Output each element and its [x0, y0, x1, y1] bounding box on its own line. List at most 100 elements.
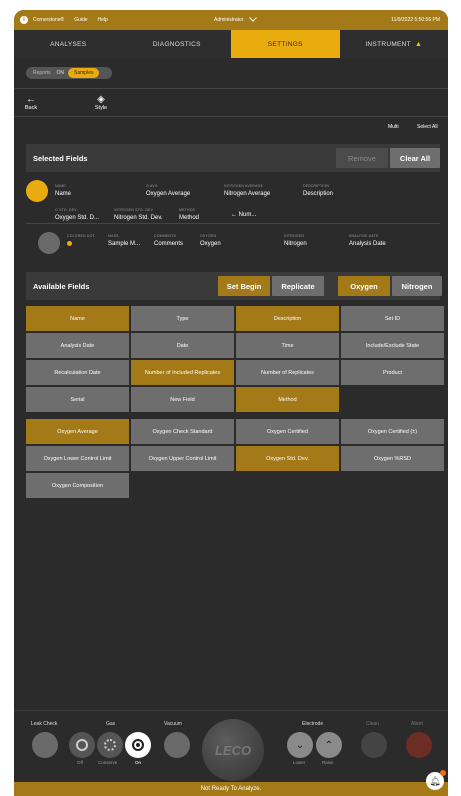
field-tile[interactable]: Time [236, 333, 339, 358]
field-tile[interactable]: Recalculation Date [26, 360, 129, 385]
style-button[interactable]: ◈ Style [90, 94, 112, 111]
toggle-reports-label: Reports [33, 70, 51, 76]
back-button[interactable]: ← Back [20, 94, 42, 111]
gas-conserve-button[interactable] [97, 732, 123, 758]
selected-fields-title: Selected Fields [33, 153, 88, 163]
electrode-label: Electrode [302, 721, 324, 727]
vacuum-label: Vacuum [164, 721, 182, 727]
field-tile[interactable]: Type [131, 306, 234, 331]
divider [14, 88, 448, 89]
selected-fields-row-2[interactable]: COLORED DOT MASS Sample M... COMMENTS Comm… [26, 228, 440, 260]
selected-field[interactable]: NAME Name [55, 184, 71, 197]
notifications-button[interactable]: 🔔︎ [426, 770, 446, 790]
field-tile[interactable]: Product [341, 360, 444, 385]
field-tile[interactable]: Oxygen Std. Dev. [236, 446, 339, 471]
arrow-left-icon: ← [26, 94, 36, 105]
guide-link[interactable]: Guide [74, 17, 87, 23]
abort-label: Abort [411, 721, 423, 727]
title-menu: Cornerstone® Guide Help [33, 17, 108, 23]
field-tile[interactable]: Oxygen Certified (±) [341, 419, 444, 444]
selected-field[interactable]: O AVG Oxygen Average [146, 184, 190, 197]
bell-icon: 🔔︎ [429, 775, 441, 786]
leak-check-button[interactable] [32, 732, 58, 758]
multi-select-button[interactable]: Multi [388, 124, 399, 130]
field-tile[interactable]: Name [26, 306, 129, 331]
field-tile[interactable]: Description [236, 306, 339, 331]
leak-check-label: Leak Check [31, 721, 58, 727]
selected-field-colored-dot[interactable]: COLORED DOT [67, 234, 95, 246]
field-tile[interactable]: Include/Exclude State [341, 333, 444, 358]
gas-off-button[interactable] [69, 732, 95, 758]
chevron-down-icon [249, 16, 258, 24]
electrode-lower-label: Lower [293, 760, 306, 765]
selected-field[interactable]: COMMENTS Comments [154, 234, 183, 247]
field-tile[interactable]: Method [236, 387, 339, 412]
selected-field[interactable]: NITROGEN Nitrogen [284, 234, 307, 247]
field-tile[interactable]: Serial [26, 387, 129, 412]
selected-field[interactable]: MASS Sample M... [108, 234, 140, 247]
droplet-icon: ◈ [97, 94, 105, 105]
user-menu[interactable]: Administrator [214, 16, 258, 24]
leco-logo-button[interactable]: LECO [202, 719, 264, 781]
oxygen-filter-button[interactable]: Oxygen [338, 276, 390, 296]
clean-label: Clean [366, 721, 380, 727]
set-begin-button[interactable]: Set Begin [218, 276, 270, 296]
tab-instrument[interactable]: INSTRUMENT ▲ [340, 30, 449, 58]
status-bar: Not Ready To Analyze. [14, 782, 448, 796]
field-tile[interactable]: Oxygen Lower Control Limit [26, 446, 129, 471]
select-all-button[interactable]: Select All [417, 124, 438, 130]
vacuum-button[interactable] [164, 732, 190, 758]
field-tile[interactable]: Number of Included Replicates [131, 360, 234, 385]
selected-field[interactable]: NITROGEN AVERAGE Nitrogen Average [224, 184, 270, 197]
gas-off-label: Off [77, 760, 83, 765]
selected-field[interactable]: METHOD Method [179, 208, 199, 221]
oxygen-fields-grid: Oxygen Average Oxygen Check Standard Oxyge… [26, 419, 444, 498]
electrode-raise-label: Raise [322, 760, 334, 765]
abort-button[interactable] [406, 732, 432, 758]
remove-button[interactable]: Remove [336, 148, 388, 168]
device-frame: i Cornerstone® Guide Help Administrator … [14, 10, 448, 796]
gas-on-label: On [135, 760, 142, 765]
nitrogen-filter-button[interactable]: Nitrogen [392, 276, 442, 296]
field-tile[interactable]: Number of Replicates [236, 360, 339, 385]
clear-all-button[interactable]: Clear All [390, 148, 440, 168]
electrode-lower-button[interactable]: ⌄ [287, 732, 313, 758]
divider [26, 223, 440, 224]
app-name: Cornerstone® [33, 17, 65, 23]
row-color-dot[interactable] [26, 180, 48, 202]
field-tile[interactable]: Oxygen Certified [236, 419, 339, 444]
tab-settings[interactable]: SETTINGS [231, 30, 340, 58]
field-tile[interactable]: Oxygen Check Standard [131, 419, 234, 444]
field-tile[interactable]: Oxygen Upper Control Limit [131, 446, 234, 471]
field-tile[interactable]: Oxygen Composition [26, 473, 129, 498]
row-color-dot[interactable] [38, 232, 60, 254]
selected-field-drag-placeholder[interactable]: ← Num... [231, 209, 256, 218]
info-icon[interactable]: i [20, 16, 28, 24]
field-tile[interactable]: Analysis Date [26, 333, 129, 358]
main-nav: ANALYSES DIAGNOSTICS SETTINGS INSTRUMENT… [14, 30, 448, 58]
warning-icon: ▲ [414, 40, 423, 48]
gas-on-button[interactable] [125, 732, 151, 758]
field-tile[interactable]: Date [131, 333, 234, 358]
selected-field[interactable]: DESCRIPTION Description [303, 184, 333, 197]
tab-analyses[interactable]: ANALYSES [14, 30, 123, 58]
selected-field[interactable]: NITROGEN STD. DEV. Nitrogen Std. Dev. [114, 208, 163, 221]
selected-field[interactable]: O STD. DEV. Oxygen Std. D... [55, 208, 99, 221]
available-fields-title: Available Fields [33, 281, 90, 291]
title-bar: i Cornerstone® Guide Help Administrator … [14, 10, 448, 30]
selected-field[interactable]: ANALYSIS DATE Analysis Date [349, 234, 386, 247]
reports-samples-toggle[interactable]: Reports ON Samples [26, 67, 112, 79]
user-name: Administrator [214, 17, 244, 23]
replicate-button[interactable]: Replicate [272, 276, 324, 296]
field-tile[interactable]: Set ID [341, 306, 444, 331]
help-link[interactable]: Help [98, 17, 108, 23]
chevron-up-icon: ⌃ [324, 739, 334, 751]
colored-dot-icon [67, 241, 72, 246]
electrode-raise-button[interactable]: ⌃ [316, 732, 342, 758]
field-tile[interactable]: New Field [131, 387, 234, 412]
field-tile[interactable]: Oxygen %RSD [341, 446, 444, 471]
field-tile[interactable]: Oxygen Average [26, 419, 129, 444]
clean-button[interactable] [361, 732, 387, 758]
tab-diagnostics[interactable]: DIAGNOSTICS [123, 30, 232, 58]
selected-field[interactable]: OXYGEN Oxygen [200, 234, 221, 247]
